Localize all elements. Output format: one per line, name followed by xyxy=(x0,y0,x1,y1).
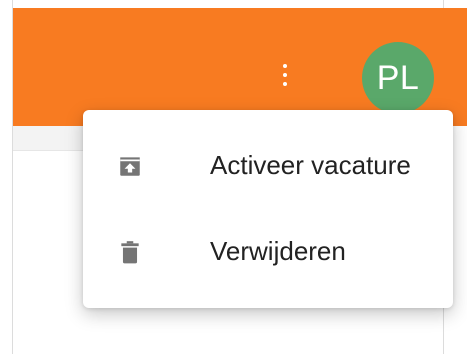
more-options-button[interactable] xyxy=(275,58,295,92)
more-vert-icon xyxy=(283,64,287,68)
context-menu: Activeer vacature Verwijderen xyxy=(83,110,453,308)
user-avatar[interactable]: PL xyxy=(362,42,434,114)
more-vert-icon-dot xyxy=(283,82,287,86)
delete-icon xyxy=(121,241,139,264)
page: PL Activeer vacature Verwijderen xyxy=(0,0,467,354)
menu-item-label: Activeer vacature xyxy=(210,150,411,180)
menu-item-label: Verwijderen xyxy=(210,236,346,266)
more-vert-icon-dot xyxy=(283,73,287,77)
menu-item-delete[interactable]: Verwijderen xyxy=(83,208,453,294)
unarchive-icon xyxy=(120,157,140,176)
app-header: PL xyxy=(13,8,467,126)
menu-item-activate-vacancy[interactable]: Activeer vacature xyxy=(83,122,453,208)
